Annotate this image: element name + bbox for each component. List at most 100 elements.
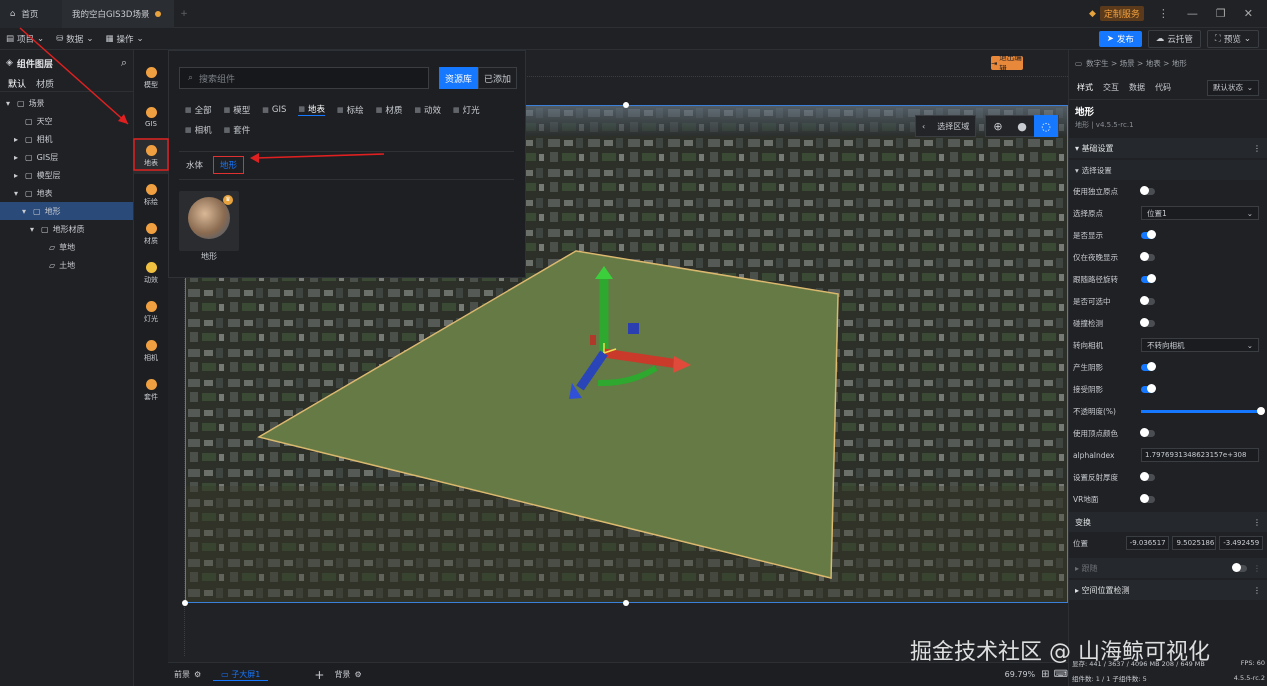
tree-arrow-icon[interactable]: ▾ bbox=[14, 189, 21, 198]
resize-handle-top[interactable] bbox=[623, 102, 629, 108]
rail-item-8[interactable]: 套件 bbox=[134, 372, 168, 408]
rail-item-4[interactable]: 材质 bbox=[134, 216, 168, 252]
tree-item[interactable]: ▾ ▢ 地形材质 bbox=[0, 220, 133, 238]
menu-operate[interactable]: ▦ 操作 ⌄ bbox=[99, 33, 149, 45]
category-tab[interactable]: ▦ 地表 bbox=[298, 103, 326, 116]
menu-project[interactable]: ▤ 项目 ⌄ bbox=[0, 33, 50, 45]
category-tab[interactable]: ▦ 灯光 bbox=[453, 103, 480, 116]
property-toggle[interactable] bbox=[1141, 274, 1156, 283]
category-tab[interactable]: ▦ GIS bbox=[262, 103, 286, 116]
add-tab-icon[interactable]: + bbox=[174, 9, 194, 19]
tab-code[interactable]: 代码 bbox=[1155, 82, 1171, 93]
property-toggle[interactable] bbox=[1141, 384, 1156, 393]
category-tab[interactable]: ▦ 动效 bbox=[414, 103, 441, 116]
property-toggle[interactable] bbox=[1140, 186, 1155, 195]
tree-item[interactable]: ▾ ▢ 地表 bbox=[0, 184, 133, 202]
tab-home[interactable]: ⌂ 首页 bbox=[0, 0, 62, 28]
orbit-icon[interactable]: ◌ bbox=[1034, 115, 1058, 137]
tree-item[interactable]: ▱ 土地 bbox=[0, 256, 133, 274]
tree-item[interactable]: ▢ 天空 bbox=[0, 112, 133, 130]
select-area-button[interactable]: 选择区域 bbox=[937, 121, 969, 132]
property-toggle[interactable] bbox=[1140, 252, 1155, 261]
more-icon[interactable]: ⋮ bbox=[1253, 144, 1261, 153]
custom-service[interactable]: ◆ 定制服务 bbox=[1089, 6, 1144, 21]
property-select[interactable]: 不转向相机 ⌄ bbox=[1141, 338, 1259, 352]
tab-data[interactable]: 数据 bbox=[1129, 82, 1145, 93]
property-toggle[interactable] bbox=[1141, 230, 1156, 239]
back-tab[interactable]: 背景 bbox=[334, 669, 350, 680]
tree-item[interactable]: ▸ ▢ GIS层 bbox=[0, 148, 133, 166]
position-x-input[interactable]: -9.036517 bbox=[1125, 536, 1170, 550]
tree-arrow-icon[interactable]: ▸ bbox=[14, 153, 21, 162]
resize-handle-bottom-left[interactable] bbox=[182, 600, 188, 606]
added-button[interactable]: 已添加 bbox=[478, 67, 518, 89]
rail-item-1[interactable]: GIS bbox=[134, 99, 168, 135]
tree-item[interactable]: ▸ ▢ 模型层 bbox=[0, 166, 133, 184]
property-toggle[interactable] bbox=[1141, 362, 1156, 371]
category-tab[interactable]: ▦ 相机 bbox=[185, 124, 212, 136]
add-screen-icon[interactable]: + bbox=[314, 668, 324, 682]
section-basic[interactable]: ▾ 基础设置 ⋮ bbox=[1069, 138, 1267, 158]
publish-button[interactable]: ➤ 发布 bbox=[1098, 30, 1142, 47]
fit-icon[interactable]: ⊞ bbox=[1041, 669, 1049, 680]
subtab-terrain[interactable]: 地形 bbox=[213, 156, 245, 174]
position-y-input[interactable]: 9.5025186 bbox=[1172, 536, 1217, 550]
exit-edit-button[interactable]: ⇥ 退出编辑 bbox=[991, 53, 1023, 73]
resource-library-button[interactable]: 资源库 bbox=[439, 67, 479, 89]
rail-item-7[interactable]: 相机 bbox=[134, 333, 168, 369]
minimize-icon[interactable]: — bbox=[1187, 7, 1198, 20]
tab-interaction[interactable]: 交互 bbox=[1103, 82, 1119, 93]
maximize-icon[interactable]: ❐ bbox=[1216, 7, 1226, 20]
sub-screen-tab[interactable]: ▭ 子大屏1 bbox=[213, 669, 269, 681]
rail-item-3[interactable]: 标绘 bbox=[134, 177, 168, 213]
component-search-input[interactable]: ⌕ 搜索组件 bbox=[179, 67, 429, 89]
search-icon[interactable]: ⌕ bbox=[121, 56, 127, 70]
property-select[interactable]: 位置1 ⌄ bbox=[1141, 206, 1259, 220]
tree-item[interactable]: ▾ ▢ 地形 bbox=[0, 202, 133, 220]
tree-arrow-icon[interactable]: ▸ bbox=[14, 135, 21, 144]
cloud-button[interactable]: ☁ 云托管 bbox=[1147, 29, 1201, 48]
more-icon[interactable]: ⋮ bbox=[1253, 586, 1261, 595]
keyboard-icon[interactable]: ⌨ bbox=[1054, 669, 1068, 680]
category-tab[interactable]: ▦ 全部 bbox=[185, 103, 212, 116]
position-z-input[interactable]: -3.492459 bbox=[1219, 536, 1263, 550]
property-toggle[interactable] bbox=[1140, 318, 1155, 327]
more-icon[interactable]: ⋮ bbox=[1158, 7, 1169, 20]
globe-icon[interactable]: ⊕ bbox=[986, 120, 1010, 133]
tab-style[interactable]: 样式 bbox=[1077, 82, 1093, 93]
slider-knob[interactable] bbox=[1257, 406, 1265, 415]
property-toggle[interactable] bbox=[1140, 494, 1155, 503]
tree-arrow-icon[interactable]: ▾ bbox=[6, 99, 13, 108]
follow-toggle[interactable] bbox=[1232, 563, 1247, 572]
section-transform[interactable]: 变换 ⋮ bbox=[1069, 512, 1267, 532]
state-select[interactable]: 默认状态 ⌄ bbox=[1207, 79, 1259, 96]
tab-default[interactable]: 默认 bbox=[8, 77, 26, 90]
settings-icon[interactable]: ⚙ bbox=[354, 670, 361, 679]
resize-handle-bottom[interactable] bbox=[623, 600, 629, 606]
rail-item-5[interactable]: 动效 bbox=[134, 255, 168, 291]
sphere-icon[interactable]: ● bbox=[1010, 120, 1034, 133]
tree-item[interactable]: ▾ ▢ 场景 bbox=[0, 94, 133, 112]
settings-icon[interactable]: ⚙ bbox=[194, 670, 201, 679]
category-tab[interactable]: ▦ 模型 bbox=[224, 103, 251, 116]
front-tab[interactable]: 前景 bbox=[174, 669, 190, 680]
category-tab[interactable]: ▦ 标绘 bbox=[337, 103, 364, 116]
tree-item[interactable]: ▸ ▢ 相机 bbox=[0, 130, 133, 148]
rail-item-6[interactable]: 灯光 bbox=[134, 294, 168, 330]
rail-item-2[interactable]: 地表 bbox=[134, 138, 168, 174]
tree-arrow-icon[interactable]: ▸ bbox=[14, 171, 21, 180]
alphaindex-input[interactable]: 1.7976931348623157e+308 bbox=[1141, 448, 1259, 462]
chevron-left-icon[interactable]: ‹ bbox=[922, 122, 925, 131]
property-toggle[interactable] bbox=[1140, 296, 1155, 305]
more-icon[interactable]: ⋮ bbox=[1253, 564, 1261, 573]
property-toggle[interactable] bbox=[1140, 428, 1155, 437]
subtab-water[interactable]: 水体 bbox=[186, 159, 203, 171]
rail-item-0[interactable]: 模型 bbox=[134, 60, 168, 96]
tree-arrow-icon[interactable]: ▾ bbox=[22, 207, 29, 216]
tab-scene[interactable]: 我的空白GIS3D场景 bbox=[62, 0, 174, 28]
property-toggle[interactable] bbox=[1140, 472, 1155, 481]
category-tab[interactable]: ▦ 材质 bbox=[376, 103, 403, 116]
opacity-slider[interactable] bbox=[1141, 406, 1265, 415]
tab-material[interactable]: 材质 bbox=[36, 77, 54, 90]
tree-arrow-icon[interactable]: ▾ bbox=[30, 225, 37, 234]
